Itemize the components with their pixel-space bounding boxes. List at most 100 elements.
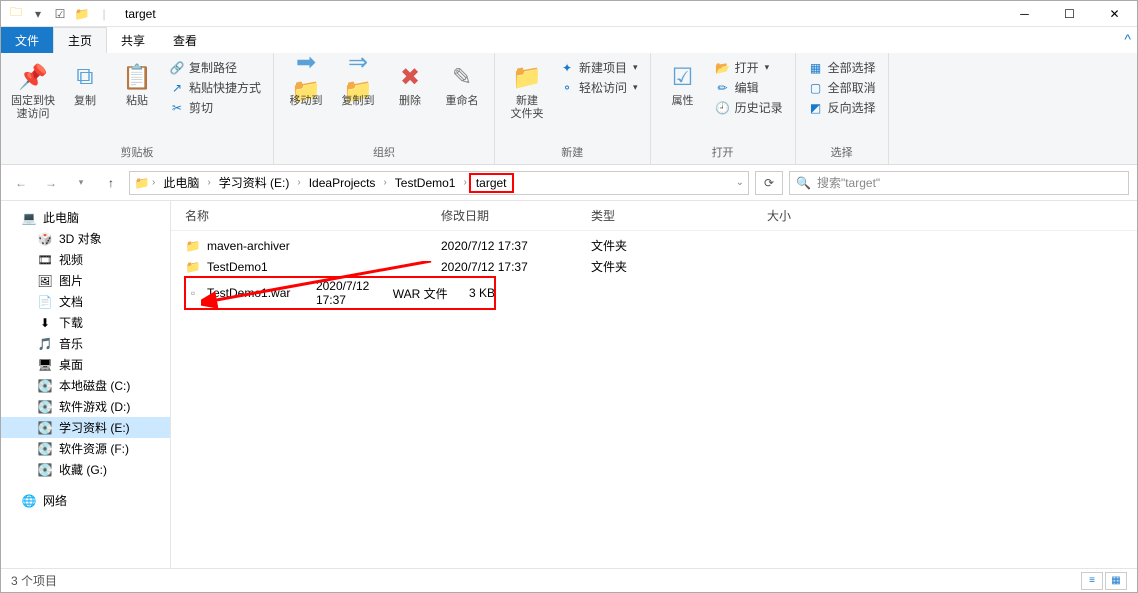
recent-button[interactable]: ▾ (69, 171, 93, 195)
open-button[interactable]: 📂打开▾ (715, 59, 783, 76)
file-row[interactable]: ▫TestDemo1.war 2020/7/12 17:37 WAR 文件 3 … (185, 277, 495, 309)
selectall-button[interactable]: ▦全部选择 (808, 59, 876, 76)
tree-item[interactable]: 📄文档 (1, 291, 170, 312)
paste-button[interactable]: 📋 粘贴 (113, 57, 161, 112)
tree-item-label: 收藏 (G:) (59, 461, 107, 478)
group-select: ▦全部选择 ▢全部取消 ◩反向选择 选择 (796, 53, 889, 164)
chevron-right-icon[interactable]: › (463, 177, 466, 188)
copyto-button[interactable]: ⇒📁 复制到 (334, 57, 382, 112)
tree-item[interactable]: 💽本地磁盘 (C:) (1, 375, 170, 396)
tree-item[interactable]: 🖥桌面 (1, 354, 170, 375)
crumb-ideaprojects[interactable]: IdeaProjects (303, 174, 382, 192)
tab-file[interactable]: 文件 (1, 27, 53, 53)
crumb-target[interactable]: target (469, 173, 514, 193)
tree-item[interactable]: 💽软件游戏 (D:) (1, 396, 170, 417)
titlebar: 🗀 ▾ ☑ 📁 | target ─ ☐ ✕ (1, 1, 1137, 27)
moveto-button[interactable]: ➡📁 移动到 (282, 57, 330, 112)
tree-item[interactable]: ⬇下载 (1, 312, 170, 333)
chevron-right-icon[interactable]: › (152, 177, 155, 188)
file-date: 2020/7/12 17:37 (316, 279, 393, 307)
video-icon: 🎞 (37, 252, 53, 268)
newfolder-button[interactable]: 📁 新建 文件夹 (503, 57, 551, 125)
minimize-button[interactable]: ─ (1002, 1, 1047, 27)
pasteshortcut-button[interactable]: ↗粘贴快捷方式 (169, 79, 261, 96)
file-name: maven-archiver (207, 239, 290, 253)
crumb-drive[interactable]: 学习资料 (E:) (213, 172, 296, 193)
music-icon: 🎵 (37, 336, 53, 352)
rename-button[interactable]: ✎ 重命名 (438, 57, 486, 112)
file-row[interactable]: 📁maven-archiver 2020/7/12 17:37 文件夹 (185, 235, 1137, 256)
nav-tree[interactable]: 💻此电脑🎲3D 对象🎞视频🖼图片📄文档⬇下载🎵音乐🖥桌面💽本地磁盘 (C:)💽软… (1, 201, 171, 568)
net-icon: 🌐 (21, 493, 37, 509)
tree-item-label: 软件资源 (F:) (59, 440, 129, 457)
selectnone-button[interactable]: ▢全部取消 (808, 79, 876, 96)
tab-home[interactable]: 主页 (53, 27, 107, 53)
tree-item[interactable]: 💽软件资源 (F:) (1, 438, 170, 459)
invert-button[interactable]: ◩反向选择 (808, 99, 876, 116)
tree-item[interactable]: 💻此电脑 (1, 207, 170, 228)
col-name[interactable]: 名称 (185, 207, 441, 224)
crumb-testdemo1[interactable]: TestDemo1 (389, 174, 462, 192)
properties-icon[interactable]: ☑ (51, 5, 69, 23)
tab-view[interactable]: 查看 (159, 27, 211, 53)
3d-icon: 🎲 (37, 231, 53, 247)
tree-item[interactable]: 💽学习资料 (E:) (1, 417, 170, 438)
tree-item-label: 此电脑 (43, 209, 79, 226)
tree-item[interactable]: 🌐网络 (1, 490, 170, 511)
desk-icon: 🖥 (37, 357, 53, 373)
group-label-new: 新建 (503, 142, 642, 160)
selectall-icon: ▦ (808, 60, 824, 76)
chevron-down-icon[interactable]: ⌄ (736, 177, 744, 188)
tree-item[interactable]: 🖼图片 (1, 270, 170, 291)
delete-button[interactable]: ✖ 删除 (386, 57, 434, 112)
group-label-open: 打开 (659, 142, 787, 160)
down-arrow-icon[interactable]: ▾ (29, 5, 47, 23)
cut-icon: ✂ (169, 100, 185, 116)
group-label-clipboard: 剪贴板 (9, 142, 265, 160)
tree-item[interactable]: 💽收藏 (G:) (1, 459, 170, 480)
chevron-right-icon[interactable]: › (297, 177, 300, 188)
copy-button[interactable]: ⧉ 复制 (61, 57, 109, 112)
chevron-right-icon[interactable]: › (383, 177, 386, 188)
easyaccess-button[interactable]: ⚬轻松访问▾ (559, 79, 638, 96)
group-clipboard: 📌 固定到快 速访问 ⧉ 复制 📋 粘贴 🔗复制路径 ↗粘贴快捷方式 ✂剪切 剪… (1, 53, 274, 164)
tree-item[interactable]: 🎲3D 对象 (1, 228, 170, 249)
properties-button[interactable]: ☑ 属性 (659, 57, 707, 112)
search-input[interactable]: 🔍 搜索"target" (789, 171, 1129, 195)
view-icons-button[interactable]: ▦ (1105, 572, 1127, 590)
collapse-ribbon-icon[interactable]: ^ (1124, 31, 1131, 47)
cut-button[interactable]: ✂剪切 (169, 99, 261, 116)
main-area: 💻此电脑🎲3D 对象🎞视频🖼图片📄文档⬇下载🎵音乐🖥桌面💽本地磁盘 (C:)💽软… (1, 201, 1137, 568)
forward-button[interactable]: → (39, 171, 63, 195)
history-button[interactable]: 🕘历史记录 (715, 99, 783, 116)
folder-icon: 🗀 (7, 5, 25, 23)
newitem-button[interactable]: ✦新建项目▾ (559, 59, 638, 76)
tree-item[interactable]: 🎞视频 (1, 249, 170, 270)
col-type[interactable]: 类型 (591, 207, 711, 224)
tab-share[interactable]: 共享 (107, 27, 159, 53)
refresh-button[interactable]: ⟳ (755, 171, 783, 195)
file-row[interactable]: 📁TestDemo1 2020/7/12 17:37 文件夹 (185, 256, 1137, 277)
copypath-button[interactable]: 🔗复制路径 (169, 59, 261, 76)
tree-item[interactable]: 🎵音乐 (1, 333, 170, 354)
pin-button[interactable]: 📌 固定到快 速访问 (9, 57, 57, 125)
back-button[interactable]: ← (9, 171, 33, 195)
folder-icon: 📁 (73, 5, 91, 23)
up-button[interactable]: ↑ (99, 171, 123, 195)
col-size[interactable]: 大小 (711, 207, 791, 224)
edit-button[interactable]: ✏编辑 (715, 79, 783, 96)
tree-item-label: 学习资料 (E:) (59, 419, 130, 436)
col-date[interactable]: 修改日期 (441, 207, 591, 224)
chevron-right-icon[interactable]: › (207, 177, 210, 188)
close-button[interactable]: ✕ (1092, 1, 1137, 27)
newitem-icon: ✦ (559, 60, 575, 76)
column-headers: 名称 修改日期 类型 大小 (171, 201, 1137, 231)
group-label-organize: 组织 (282, 142, 486, 160)
breadcrumb[interactable]: 📁 › 此电脑 › 学习资料 (E:) › IdeaProjects › Tes… (129, 171, 749, 195)
view-details-button[interactable]: ≡ (1081, 572, 1103, 590)
maximize-button[interactable]: ☐ (1047, 1, 1092, 27)
tree-item-label: 软件游戏 (D:) (59, 398, 130, 415)
tree-item-label: 下载 (59, 314, 83, 331)
crumb-thispc[interactable]: 此电脑 (157, 172, 205, 193)
moveto-icon: ➡📁 (290, 61, 322, 93)
